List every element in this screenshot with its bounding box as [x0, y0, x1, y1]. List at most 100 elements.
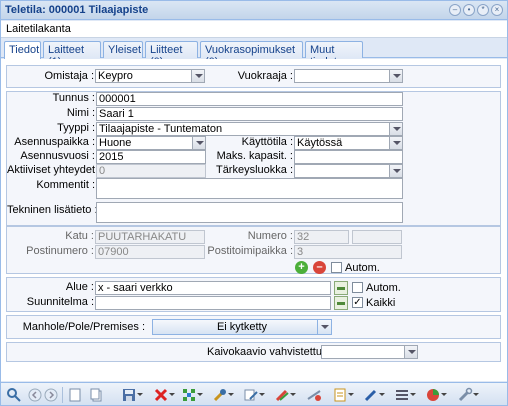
postinumero-label: Postinumero :	[26, 245, 94, 257]
postitoimipaikka-field: 3	[294, 245, 402, 259]
connect-icon[interactable]	[181, 387, 203, 403]
toolbar-separator	[62, 387, 63, 403]
copy-icon[interactable]	[88, 387, 104, 403]
address-section: Katu : PUUTARHAKATU Numero : 32 Postinum…	[6, 226, 501, 274]
subtitle-bar: Laitetilakanta	[1, 21, 507, 38]
alue-field[interactable]: x - saari verkko	[95, 281, 331, 295]
kaikki-label: Kaikki	[366, 297, 396, 309]
back-icon[interactable]	[27, 387, 43, 403]
kayttotila-label: Käyttötila :	[241, 136, 293, 148]
chevron-down-icon[interactable]	[404, 346, 417, 358]
omistaja-combo[interactable]: Keypro	[95, 69, 205, 83]
chevron-down-icon[interactable]	[389, 137, 402, 149]
suunnitelma-field[interactable]	[95, 296, 331, 310]
chevron-down-icon[interactable]	[191, 70, 204, 82]
title-bar-tools: – • * ×	[449, 4, 503, 16]
teletila-window: Teletila: 000001 Tilaajapiste – • * × La…	[0, 0, 508, 406]
maks-label: Maks. kapasit. :	[216, 150, 293, 162]
tarkeys-combo[interactable]	[294, 164, 403, 178]
tarkeys-label: Tärkeysluokka :	[215, 164, 293, 176]
kaivo-section: Kaivokaavio vahvistettu :	[6, 342, 501, 362]
asennuspaikka-value: Huone	[99, 137, 132, 149]
chevron-down-icon[interactable]	[317, 320, 331, 334]
nimi-field[interactable]: Saari 1	[96, 107, 403, 121]
kaivo-combo[interactable]	[321, 345, 418, 359]
tekninen-label: Tekninen lisätieto :	[7, 204, 98, 216]
alue-picker-icon[interactable]	[334, 281, 348, 295]
asennusvuosi-label: Asennusvuosi :	[20, 150, 95, 162]
address-autom-checkbox[interactable]	[331, 262, 342, 273]
edit-icon[interactable]	[243, 387, 265, 403]
subtitle-text: Laitetilakanta	[6, 23, 71, 35]
numero2-field	[352, 230, 402, 244]
katu-field: PUUTARHAKATU	[95, 230, 205, 244]
save-icon[interactable]	[121, 387, 143, 403]
kaikki-checkbox[interactable]: ✓	[352, 297, 363, 308]
manhole-label: Manhole/Pole/Premises :	[22, 321, 145, 333]
title-bar: Teletila: 000001 Tilaajapiste – • * ×	[1, 1, 507, 20]
pin-icon[interactable]: •	[463, 4, 475, 16]
tunnus-field[interactable]: 000001	[96, 92, 403, 106]
tab-yleiset[interactable]: Yleiset	[103, 41, 143, 58]
aktiiviset-field: 0	[96, 164, 206, 178]
chart-icon[interactable]	[425, 387, 447, 403]
chevron-down-icon[interactable]	[192, 137, 205, 149]
owner-section: Omistaja : Keypro Vuokraaja :	[6, 65, 501, 88]
tyyppi-combo[interactable]: Tilaajapiste - Tuntematon	[96, 122, 403, 136]
vuokraaja-label: Vuokraaja :	[237, 70, 293, 82]
report-icon[interactable]	[332, 387, 354, 403]
kayttotila-value: Käytössä	[297, 137, 343, 149]
bottom-toolbar	[1, 382, 507, 405]
chevron-down-icon[interactable]	[389, 70, 402, 82]
measure-icon[interactable]	[306, 387, 322, 403]
delete-icon[interactable]	[153, 387, 175, 403]
add-icon[interactable]: +	[295, 261, 308, 274]
window-title: Teletila: 000001 Tilaajapiste	[5, 4, 149, 16]
tab-vuokrasopimukset[interactable]: Vuokrasopimukset (0)	[200, 41, 303, 68]
suunnitelma-picker-icon[interactable]	[334, 296, 348, 310]
suunnitelma-label: Suunnitelma :	[26, 296, 94, 308]
tab-liitteet[interactable]: Liitteet (0)	[145, 41, 198, 68]
kommentit-field[interactable]	[96, 178, 403, 199]
area-section: Alue : x - saari verkko Autom. Suunnitel…	[6, 277, 501, 312]
nimi-label: Nimi :	[66, 107, 95, 119]
chevron-down-icon[interactable]	[389, 165, 402, 177]
forward-icon[interactable]	[43, 387, 59, 403]
gear-icon[interactable]: *	[477, 4, 489, 16]
remove-icon[interactable]: –	[313, 261, 326, 274]
search-icon[interactable]	[6, 387, 22, 403]
kommentit-label: Kommentit :	[36, 179, 95, 191]
vuokraaja-combo[interactable]	[294, 69, 403, 83]
numero-label: Numero :	[247, 230, 293, 242]
alue-autom-checkbox[interactable]	[352, 282, 363, 293]
asennuspaikka-label: Asennuspaikka :	[14, 136, 95, 148]
tab-tiedot[interactable]: Tiedot	[4, 41, 41, 59]
new-icon[interactable]	[67, 387, 83, 403]
settings-icon[interactable]	[457, 387, 479, 403]
postinumero-field: 07900	[95, 245, 205, 259]
tekninen-field[interactable]	[96, 202, 403, 223]
address-autom-label: Autom.	[345, 262, 380, 274]
omistaja-value: Keypro	[98, 70, 133, 82]
paint-icon[interactable]	[274, 387, 296, 403]
maks-field[interactable]	[294, 150, 403, 164]
minimize-icon[interactable]: –	[449, 4, 461, 16]
manhole-value: Ei kytketty	[216, 321, 268, 333]
close-icon[interactable]: ×	[491, 4, 503, 16]
tools-icon[interactable]	[212, 387, 234, 403]
asennusvuosi-field[interactable]: 2015	[96, 150, 206, 164]
tyyppi-value: Tilaajapiste - Tuntematon	[99, 123, 223, 135]
info-section: Tunnus : 000001 Nimi : Saari 1 Tyyppi : …	[6, 91, 501, 226]
tab-laitteet[interactable]: Laitteet (1)	[43, 41, 101, 68]
chevron-down-icon[interactable]	[389, 123, 402, 135]
asennuspaikka-combo[interactable]: Huone	[96, 136, 206, 150]
tab-strip: Tiedot Laitteet (1) Yleiset Liitteet (0)…	[1, 39, 507, 68]
numero-field: 32	[294, 230, 349, 244]
tunnus-label: Tunnus :	[52, 92, 95, 104]
omistaja-label: Omistaja :	[44, 70, 94, 82]
tab-muut-tiedot[interactable]: Muut tiedot	[305, 41, 363, 68]
layers-icon[interactable]	[394, 387, 416, 403]
draw-icon[interactable]	[363, 387, 385, 403]
manhole-select-button[interactable]: Ei kytketty	[152, 319, 332, 335]
kayttotila-combo[interactable]: Käytössä	[294, 136, 403, 150]
